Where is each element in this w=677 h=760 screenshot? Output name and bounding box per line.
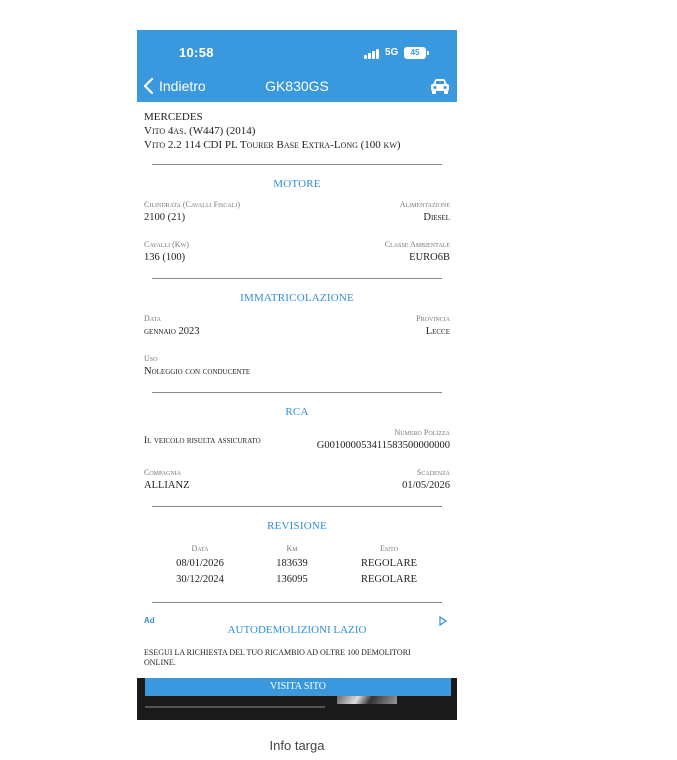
revisione-cell: 136095: [276, 574, 308, 585]
revisione-header-esito: Esito: [379, 544, 399, 553]
uso-value: Noleggio con conducente: [144, 366, 251, 377]
cavalli-label: Cavalli (Kw): [144, 240, 189, 249]
revisione-cell: 183639: [276, 558, 308, 569]
ad-banner-fineprint: [145, 706, 325, 708]
section-title-immatricolazione: IMMATRICOLAZIONE: [240, 292, 354, 304]
cavalli-value: 136 (100): [144, 252, 186, 263]
alimentazione-label: Alimentazione: [399, 200, 450, 209]
nav-bar: Indietro GK830GS: [137, 70, 457, 102]
divider: [152, 278, 442, 279]
divider: [152, 164, 442, 165]
network-type: 5G: [385, 47, 399, 58]
vehicle-version: Vito 2.2 114 CDI PL Tourer Base Extra-Lo…: [144, 139, 401, 151]
battery-icon: 45: [404, 47, 426, 59]
page-title: GK830GS: [265, 78, 329, 94]
data-value: gennaio 2023: [144, 326, 200, 337]
compagnia-value: ALLIANZ: [144, 480, 190, 491]
divider: [152, 506, 442, 507]
polizza-label: Numero Polizza: [394, 428, 450, 437]
ad-title[interactable]: AUTODEMOLIZIONI LAZIO: [137, 624, 457, 636]
scadenza-label: Scadenza: [416, 468, 450, 477]
polizza-value: G001000053411583500000000: [316, 440, 450, 451]
rca-status: Il veicolo risulta assicurato: [144, 436, 261, 446]
phone-screen: 10:58 5G 45 Indietro GK830GS MERCEDES Vi…: [137, 30, 457, 720]
cilindrata-label: Cilindrata (Cavalli Fiscali): [144, 200, 241, 209]
status-bar: 10:58 5G 45: [137, 30, 457, 70]
compagnia-label: Compagnia: [144, 468, 182, 477]
revisione-cell: REGOLARE: [361, 574, 417, 585]
revisione-cell: 30/12/2024: [176, 574, 224, 585]
signal-icon: [364, 49, 380, 59]
provincia-value: Lecce: [425, 326, 450, 337]
car-icon[interactable]: [429, 77, 451, 95]
revisione-cell: 08/01/2026: [176, 558, 224, 569]
visit-site-button[interactable]: VISITA SITO: [145, 678, 451, 696]
vehicle-make: MERCEDES: [144, 111, 203, 123]
status-time: 10:58: [179, 45, 214, 60]
provincia-label: Provincia: [416, 314, 450, 323]
revisione-cell: REGOLARE: [361, 558, 417, 569]
divider: [152, 602, 442, 603]
classe-ambientale-value: EURO6B: [409, 252, 450, 263]
alimentazione-value: Diesel: [423, 212, 450, 223]
ad-text: ESEGUI LA RICHIESTA DEL TUO RICAMBIO AD …: [144, 648, 411, 667]
data-label: Data: [144, 314, 161, 323]
battery-tip: [427, 51, 429, 55]
cilindrata-value: 2100 (21): [144, 212, 186, 223]
classe-ambientale-label: Classe Ambientale: [384, 240, 450, 249]
revisione-header-km: Km: [286, 544, 298, 553]
scadenza-value: 01/05/2026: [402, 480, 450, 491]
battery-level: 45: [410, 48, 420, 57]
section-title-revisione: REVISIONE: [267, 520, 327, 532]
section-title-motore: MOTORE: [273, 178, 321, 190]
revisione-header-data: Data: [191, 544, 209, 553]
page-caption: Info targa: [269, 738, 325, 753]
uso-label: Uso: [144, 354, 158, 363]
vehicle-model: Vito 4as. (W447) (2014): [144, 125, 256, 137]
divider: [152, 392, 442, 393]
section-title-rca: RCA: [285, 406, 309, 418]
